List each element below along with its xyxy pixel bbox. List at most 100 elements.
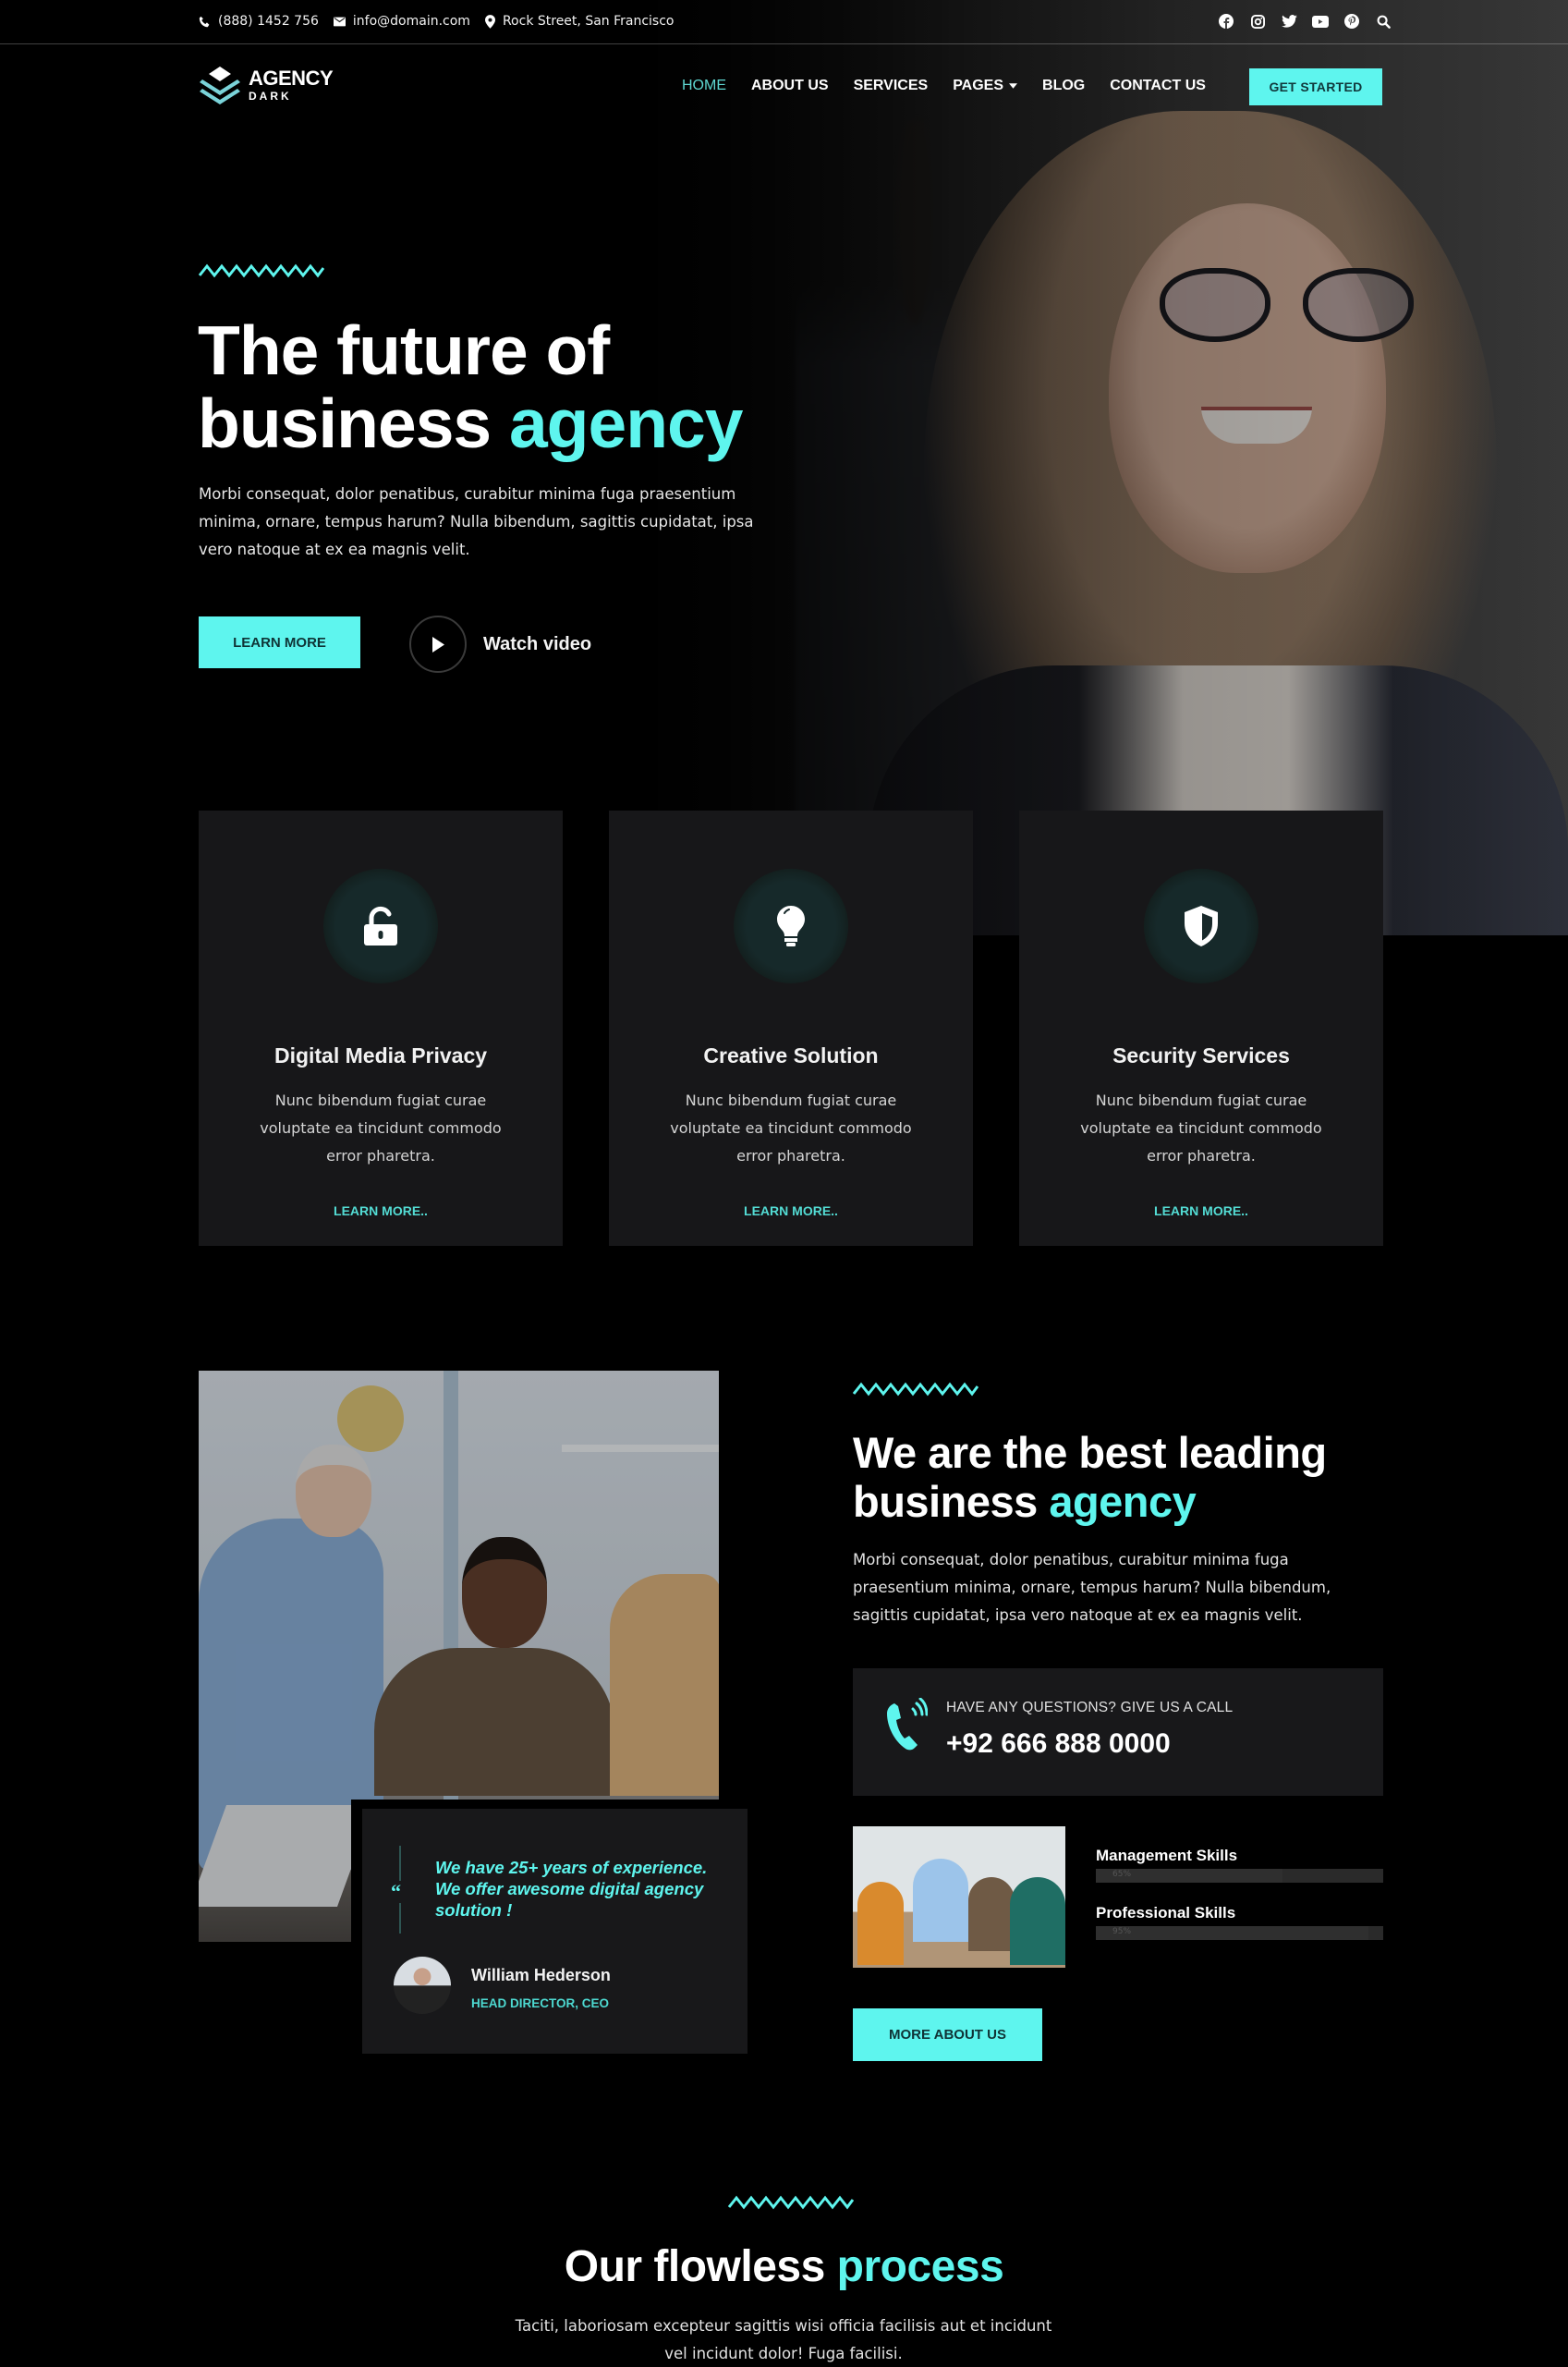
service-description: Nunc bibendum fugiat curae voluptate ea …	[1080, 1092, 1322, 1165]
call-label: HAVE ANY QUESTIONS? GIVE US A CALL	[946, 1700, 1234, 1715]
skills-list: Management Skills 65% Professional Skill…	[1096, 1847, 1383, 1961]
pinterest-icon[interactable]	[1343, 12, 1361, 31]
process-title-accent: process	[836, 2242, 1004, 2291]
envelope-icon	[333, 17, 346, 27]
nav-menu: HOME ABOUT US SERVICES PAGES BLOG CONTAC…	[682, 55, 1206, 116]
process-title-main: Our flowless	[564, 2242, 826, 2291]
service-icon-badge	[1144, 869, 1258, 983]
skill-progress-fill	[1096, 1926, 1369, 1940]
service-learn-more-link[interactable]: LEARN MORE..	[1154, 1203, 1248, 1218]
shield-icon	[1183, 905, 1220, 947]
team-meeting-thumbnail	[853, 1826, 1065, 1968]
social-links	[1217, 0, 1392, 43]
nav-item-services[interactable]: SERVICES	[854, 78, 929, 94]
top-email-text: info@domain.com	[352, 14, 470, 29]
top-address-text: Rock Street, San Francisco	[502, 14, 675, 29]
author-avatar	[394, 1957, 451, 2014]
about-description: Morbi consequat, dolor penatibus, curabi…	[853, 1551, 1331, 1624]
about-title: We are the best leading business agency	[853, 1428, 1407, 1526]
logo[interactable]: AGENCY DARK	[199, 65, 334, 105]
top-phone[interactable]: (888) 1452 756	[199, 14, 319, 29]
call-us-box[interactable]: HAVE ANY QUESTIONS? GIVE US A CALL +92 6…	[853, 1668, 1383, 1796]
more-about-us-button[interactable]: MORE ABOUT US	[853, 2008, 1042, 2061]
testimonial-quote: We have 25+ years of experience. We offe…	[435, 1858, 708, 1920]
about-title-line2: business	[853, 1477, 1038, 1526]
hero-background	[0, 0, 1568, 935]
hero-title: The future of business agency	[198, 314, 863, 460]
caret-down-icon	[1009, 83, 1018, 89]
author-name: William Hederson	[471, 1966, 611, 1984]
map-pin-icon	[484, 14, 495, 29]
nav-item-about-us[interactable]: ABOUT US	[751, 78, 829, 94]
play-icon	[431, 636, 445, 653]
service-description: Nunc bibendum fugiat curae voluptate ea …	[670, 1092, 912, 1165]
skill-label: Management Skills	[1096, 1847, 1238, 1864]
about-title-line1: We are the best leading	[853, 1428, 1327, 1477]
zigzag-divider-icon	[853, 1382, 978, 1397]
testimonial-card-inner: “ We have 25+ years of experience. We of…	[362, 1809, 748, 2054]
phone-ringing-icon	[885, 1698, 928, 1751]
learn-more-button[interactable]: LEARN MORE	[199, 616, 360, 668]
top-phone-text: (888) 1452 756	[218, 14, 319, 29]
quote-icon: “	[391, 1880, 401, 1903]
about-title-accent: agency	[1049, 1477, 1197, 1526]
skill-percent: 65%	[1112, 1870, 1132, 1879]
unlock-icon	[362, 906, 399, 946]
skill-label: Professional Skills	[1096, 1904, 1236, 1922]
thumb-person	[1010, 1877, 1065, 1965]
top-address: Rock Street, San Francisco	[484, 14, 675, 29]
hero-title-line2: business	[198, 384, 492, 462]
facebook-icon[interactable]	[1217, 12, 1235, 31]
service-title: Creative Solution	[703, 1043, 879, 1068]
get-started-button[interactable]: GET STARTED	[1249, 68, 1382, 105]
skill-item: Professional Skills 95%	[1096, 1904, 1383, 1940]
phone-icon	[199, 16, 211, 28]
author-role: HEAD DIRECTOR, CEO	[471, 1996, 610, 2010]
services-cards: Digital Media Privacy Nunc bibendum fugi…	[199, 811, 1383, 1246]
skill-progress-bar: 95%	[1096, 1926, 1383, 1940]
watch-video-button[interactable]: Watch video	[409, 616, 591, 673]
watch-video-label: Watch video	[483, 633, 592, 654]
logo-subtitle: DARK	[249, 90, 292, 103]
logo-title: AGENCY	[249, 67, 334, 90]
service-description: Nunc bibendum fugiat curae voluptate ea …	[260, 1092, 502, 1165]
nav-item-home[interactable]: HOME	[682, 78, 726, 94]
layers-logo-icon	[199, 65, 241, 105]
thumb-person	[968, 1877, 1015, 1951]
service-title: Security Services	[1112, 1043, 1290, 1068]
thumb-person	[857, 1882, 904, 1965]
zigzag-divider-icon	[728, 2195, 854, 2210]
service-icon-badge	[734, 869, 848, 983]
nav-item-pages[interactable]: PAGES	[953, 78, 1018, 94]
testimonial-card: “ We have 25+ years of experience. We of…	[351, 1800, 751, 2059]
nav-item-contact-us[interactable]: CONTACT US	[1110, 78, 1206, 94]
hero-title-accent: agency	[508, 384, 743, 462]
process-title: Our flowless process	[0, 2241, 1568, 2292]
service-icon-badge	[323, 869, 438, 983]
zigzag-divider-icon	[199, 263, 324, 278]
skill-progress-bar: 65%	[1096, 1869, 1383, 1883]
skill-percent: 95%	[1112, 1927, 1132, 1936]
twitter-icon[interactable]	[1280, 12, 1298, 31]
thumb-person	[913, 1859, 968, 1942]
hero-description: Morbi consequat, dolor penatibus, curabi…	[199, 485, 754, 558]
call-phone-number[interactable]: +92 666 888 0000	[946, 1728, 1171, 1760]
play-button[interactable]	[409, 616, 467, 673]
skill-item: Management Skills 65%	[1096, 1847, 1383, 1883]
hero-dark-overlay	[0, 0, 1568, 935]
service-card: Creative Solution Nunc bibendum fugiat c…	[609, 811, 973, 1246]
top-contact-info: (888) 1452 756 info@domain.com Rock Stre…	[199, 0, 675, 43]
main-navigation: AGENCY DARK HOME ABOUT US SERVICES PAGES…	[0, 55, 1568, 116]
youtube-icon[interactable]	[1311, 12, 1330, 31]
service-card: Digital Media Privacy Nunc bibendum fugi…	[199, 811, 563, 1246]
service-learn-more-link[interactable]: LEARN MORE..	[334, 1203, 428, 1218]
process-description: Taciti, laboriosam excepteur sagittis wi…	[515, 2317, 1052, 2362]
top-email[interactable]: info@domain.com	[333, 14, 470, 29]
nav-item-blog[interactable]: BLOG	[1042, 78, 1085, 94]
service-card: Security Services Nunc bibendum fugiat c…	[1019, 811, 1383, 1246]
search-icon[interactable]	[1374, 12, 1392, 31]
instagram-icon[interactable]	[1248, 12, 1267, 31]
service-learn-more-link[interactable]: LEARN MORE..	[744, 1203, 838, 1218]
nav-item-pages-label: PAGES	[953, 78, 1004, 93]
hero-title-line1: The future of	[198, 311, 610, 389]
